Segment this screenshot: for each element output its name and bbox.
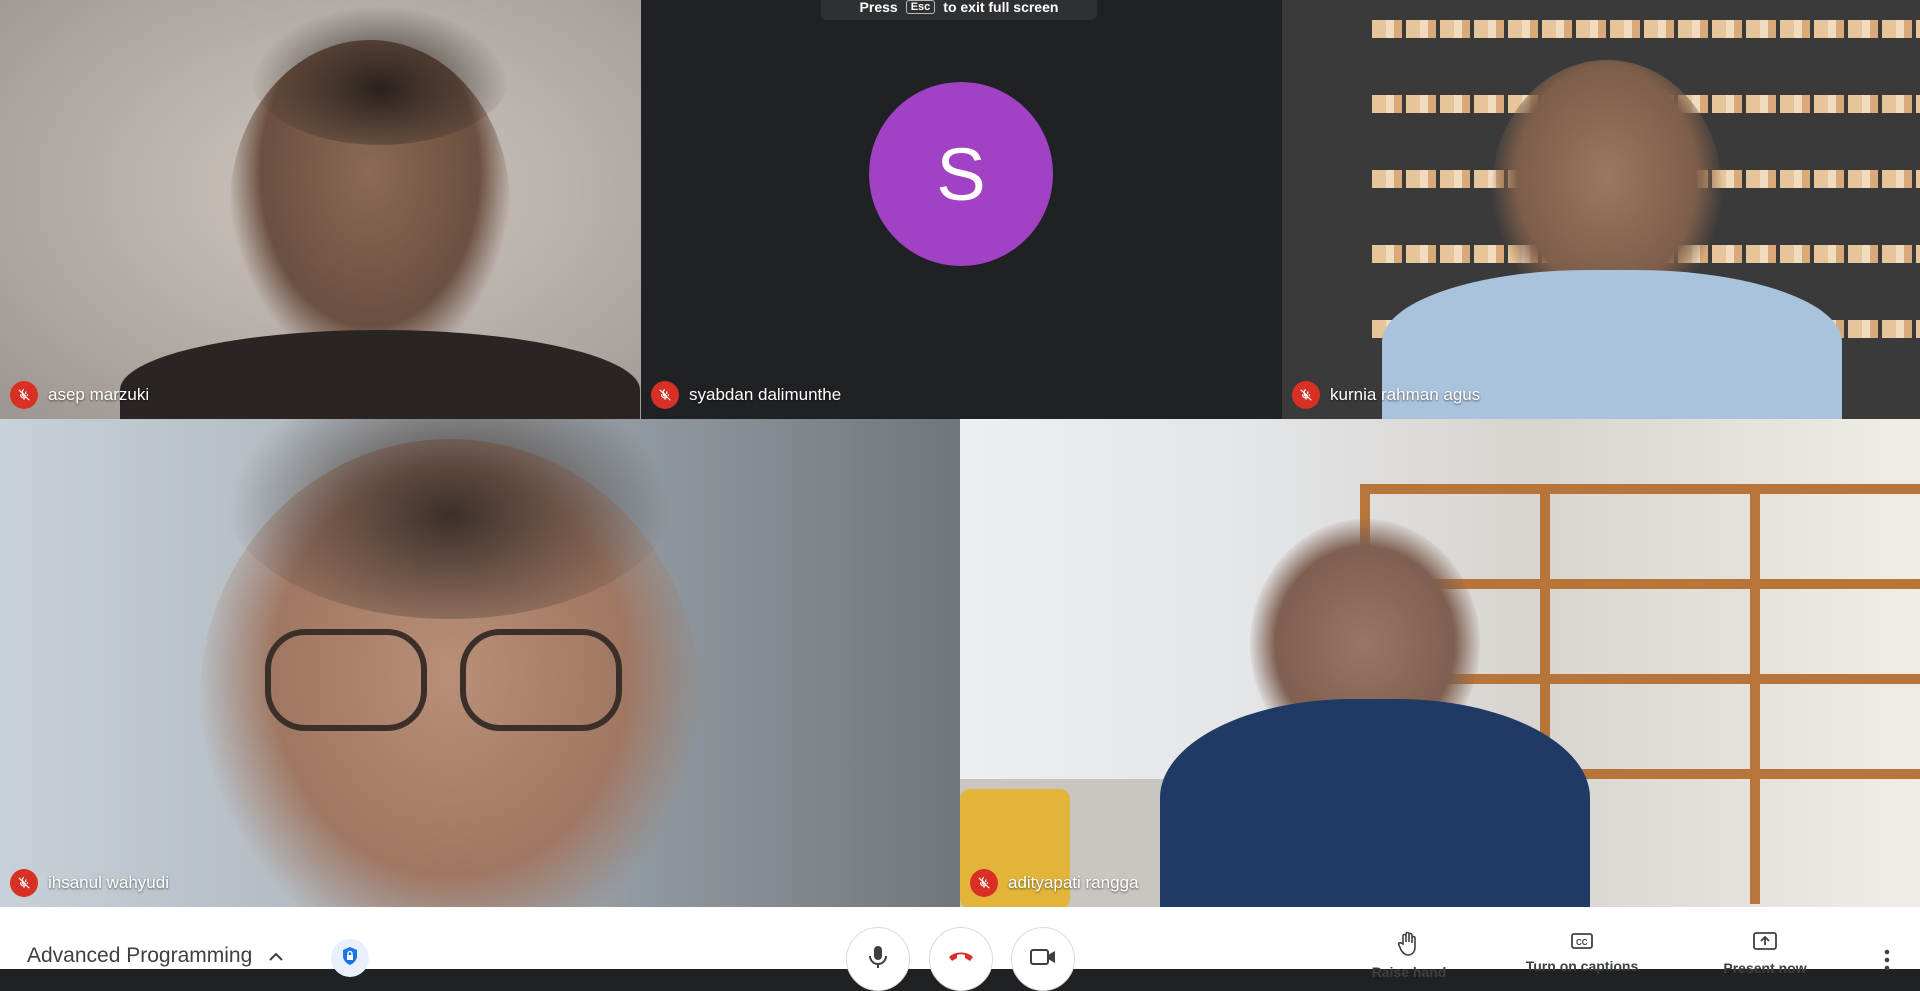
meeting-title: Advanced Programming: [27, 944, 253, 967]
participant-tile-adityapati[interactable]: adityapati rangga: [960, 419, 1920, 907]
raise-hand-button[interactable]: Raise hand: [1334, 931, 1484, 980]
participant-name: ihsanul wahyudi: [48, 873, 169, 892]
camera-button[interactable]: [1011, 927, 1075, 991]
chevron-up-icon: [268, 944, 284, 968]
present-button[interactable]: Present now: [1690, 931, 1840, 976]
esc-key-label: Esc: [905, 0, 936, 14]
present-label: Present now: [1723, 960, 1807, 976]
phone-hangup-icon: [947, 949, 975, 970]
meet-call-window: asep marzuki Press Esc to exit full scre…: [0, 0, 1920, 991]
mic-off-icon: [1292, 381, 1320, 409]
participant-tile-kurnia[interactable]: kurnia rahman agus: [1282, 0, 1920, 419]
participant-name-tag: syabdan dalimunthe: [651, 381, 841, 409]
participant-name: adityapati rangga: [1008, 873, 1139, 892]
participant-video: [1282, 0, 1920, 419]
meeting-details-button[interactable]: Advanced Programming: [27, 944, 284, 968]
microphone-button[interactable]: [846, 927, 910, 991]
participant-tile-syabdan[interactable]: Press Esc to exit full screen S syabdan …: [641, 0, 1282, 419]
present-screen-icon: [1752, 931, 1778, 956]
camera-icon: [1029, 947, 1057, 972]
participant-name: asep marzuki: [48, 385, 150, 404]
participant-video: [0, 0, 641, 419]
participant-name-tag: asep marzuki: [10, 381, 149, 409]
hand-icon: [1397, 931, 1421, 960]
participant-tile-ihsanul[interactable]: ihsanul wahyudi: [0, 419, 960, 907]
hint-text: to exit full screen: [943, 0, 1059, 15]
raise-hand-label: Raise hand: [1371, 964, 1447, 980]
leave-call-button[interactable]: [929, 927, 993, 991]
lock-shield-icon: [341, 946, 359, 971]
captions-label: Turn on captions: [1525, 958, 1639, 974]
mic-off-icon: [10, 869, 38, 897]
participant-name: syabdan dalimunthe: [689, 385, 842, 404]
fullscreen-exit-hint: Press Esc to exit full screen: [821, 0, 1097, 20]
closed-captions-icon: CC: [1570, 931, 1594, 954]
participant-video: [0, 419, 960, 907]
svg-text:CC: CC: [1576, 938, 1588, 947]
participant-name-tag: kurnia rahman agus: [1292, 381, 1480, 409]
meeting-controls-bar: Advanced Programming Raise hand CC Turn …: [0, 907, 1920, 991]
more-vert-icon: [1884, 949, 1890, 976]
avatar-letter: S: [936, 132, 986, 216]
participant-name-tag: ihsanul wahyudi: [10, 869, 169, 897]
captions-button[interactable]: CC Turn on captions: [1507, 931, 1657, 974]
hint-text: Press: [859, 0, 898, 15]
host-controls-button[interactable]: [331, 939, 369, 977]
avatar: S: [869, 82, 1053, 266]
more-options-button[interactable]: [1872, 947, 1902, 977]
mic-off-icon: [970, 869, 998, 897]
participant-name-tag: adityapati rangga: [970, 869, 1138, 897]
mic-off-icon: [10, 381, 38, 409]
microphone-icon: [867, 944, 889, 975]
mic-off-icon: [651, 381, 679, 409]
participant-tile-asep[interactable]: asep marzuki: [0, 0, 641, 419]
participant-video: [960, 419, 1920, 907]
participant-name: kurnia rahman agus: [1330, 385, 1481, 404]
